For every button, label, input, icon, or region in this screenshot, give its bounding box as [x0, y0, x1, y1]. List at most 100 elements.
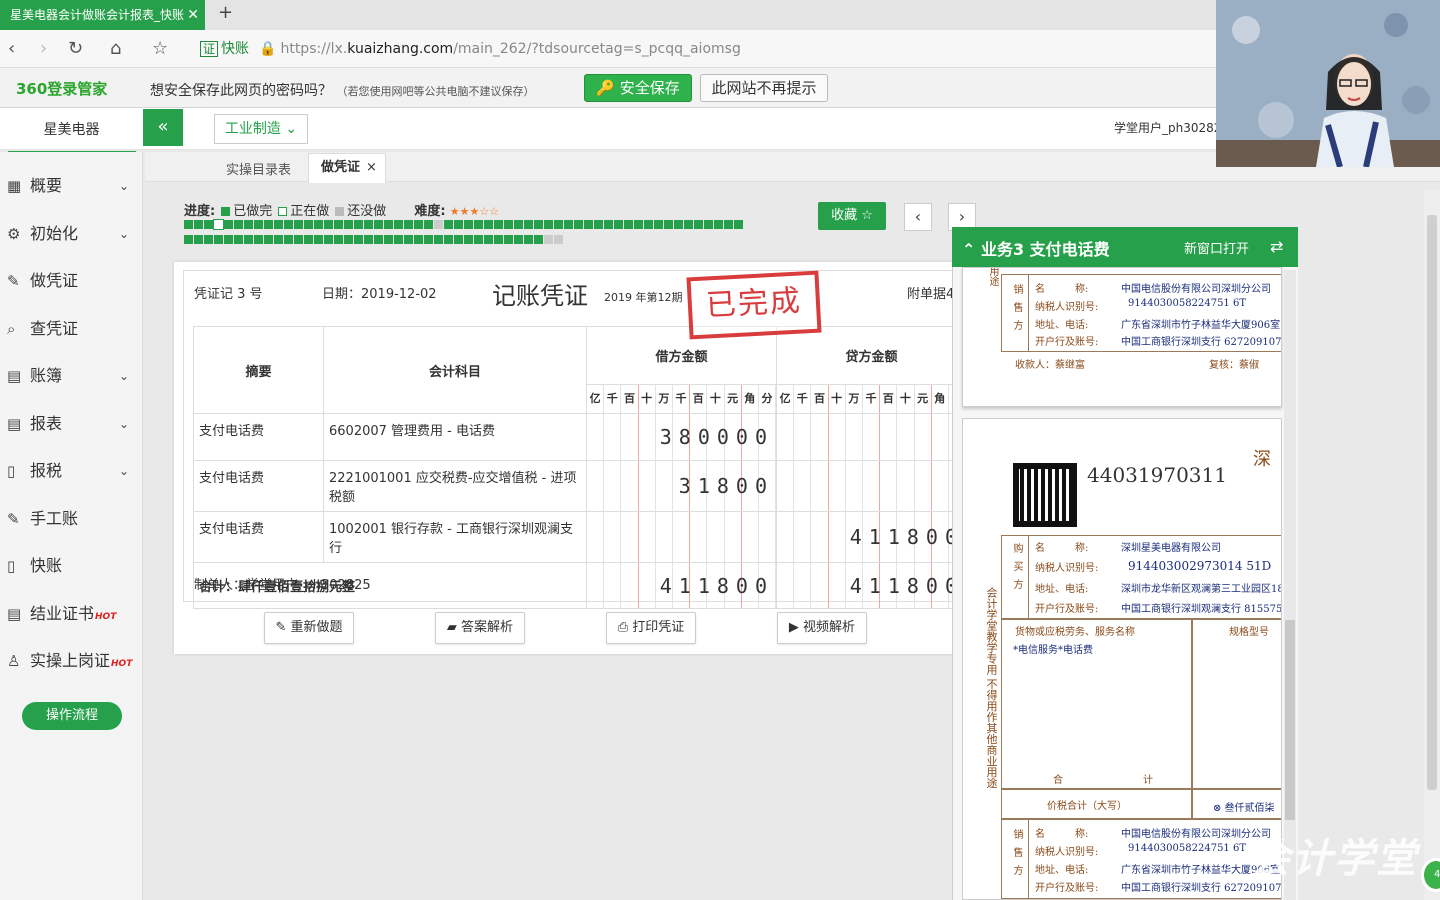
progress-cell[interactable] [214, 235, 223, 244]
progress-cell[interactable] [354, 220, 363, 229]
answer-analysis-button[interactable]: ▰ 答案解析 [435, 612, 525, 644]
progress-cell[interactable] [424, 220, 433, 229]
progress-cell[interactable] [724, 220, 733, 229]
progress-cell[interactable] [564, 220, 573, 229]
progress-cell[interactable] [534, 220, 543, 229]
progress-cell[interactable] [294, 220, 303, 229]
progress-cell[interactable] [213, 219, 224, 230]
progress-cell[interactable] [514, 220, 523, 229]
progress-cell[interactable] [554, 220, 563, 229]
progress-cell[interactable] [464, 220, 473, 229]
row-debit-cell[interactable] [586, 511, 777, 563]
progress-cell[interactable] [434, 235, 443, 244]
sidebar-item[interactable]: ▤ 结业证书HOT [0, 594, 143, 634]
progress-cell[interactable] [304, 220, 313, 229]
redo-button[interactable]: ✎ 重新做题 [264, 612, 354, 644]
progress-cell[interactable] [184, 235, 193, 244]
progress-cell[interactable] [454, 235, 463, 244]
chevron-down-icon[interactable]: ⌄ [119, 166, 129, 206]
progress-cell[interactable] [234, 235, 243, 244]
row-account[interactable]: 2221001001 应交税费-应交增值税 - 进项税额 [323, 460, 587, 512]
progress-cell[interactable] [714, 220, 723, 229]
progress-cell[interactable] [254, 235, 263, 244]
sidebar-item[interactable]: ▯ 报税 ⌄ [0, 451, 143, 491]
progress-cell[interactable] [454, 220, 463, 229]
new-tab-icon[interactable]: + [218, 2, 233, 23]
browser-tab[interactable]: 星美电器会计做账会计报表_快账 ✕ [0, 0, 205, 30]
user-name[interactable]: 学堂用户_ph302825 [1114, 119, 1229, 136]
progress-cell[interactable] [244, 235, 253, 244]
progress-cell[interactable] [204, 235, 213, 244]
close-icon[interactable]: × [366, 160, 377, 175]
progress-cell[interactable] [614, 220, 623, 229]
workflow-button[interactable]: 操作流程 [22, 702, 122, 730]
save-password-button[interactable]: 🔑 安全保存 [584, 74, 692, 102]
progress-cell[interactable] [484, 220, 493, 229]
url-field[interactable]: 证快账 🔒 https://lx.kuaizhang.com/main_262/?t… [200, 36, 741, 62]
progress-cell[interactable] [364, 220, 373, 229]
progress-cell[interactable] [274, 235, 283, 244]
progress-cell[interactable] [314, 220, 323, 229]
progress-cell[interactable] [604, 220, 613, 229]
row-debit-cell[interactable]: 380000 [586, 413, 777, 461]
voucher-row[interactable]: 支付电话费 2221001001 应交税费-应交增值税 - 进项税额 31800 [193, 460, 967, 512]
progress-cell[interactable] [194, 235, 203, 244]
progress-cell[interactable] [384, 220, 393, 229]
home-icon[interactable]: ⌂ [110, 38, 121, 59]
progress-cell[interactable] [184, 220, 193, 229]
progress-cell[interactable] [324, 235, 333, 244]
forward-icon[interactable]: › [40, 38, 47, 59]
progress-cell[interactable] [594, 220, 603, 229]
progress-cell[interactable] [254, 220, 263, 229]
row-summary[interactable]: 支付电话费 [193, 511, 324, 563]
progress-cell[interactable] [384, 235, 393, 244]
progress-cell[interactable] [684, 220, 693, 229]
progress-cell[interactable] [524, 235, 533, 244]
progress-cell[interactable] [394, 220, 403, 229]
page-scrollbar-thumb[interactable] [1427, 215, 1437, 790]
sidebar-item[interactable]: ✎ 做凭证 [0, 261, 143, 301]
progress-cell[interactable] [394, 235, 403, 244]
progress-cell[interactable] [284, 235, 293, 244]
row-summary[interactable]: 支付电话费 [193, 460, 324, 512]
progress-cell[interactable] [634, 220, 643, 229]
progress-cell[interactable] [334, 220, 343, 229]
sidebar-item[interactable]: ⌕ 查凭证 [0, 309, 143, 349]
progress-cell[interactable] [504, 235, 513, 244]
progress-cell[interactable] [264, 235, 273, 244]
print-voucher-button[interactable]: ⎙ 打印凭证 [606, 612, 696, 644]
progress-cell[interactable] [654, 220, 663, 229]
progress-cell[interactable] [224, 235, 233, 244]
back-icon[interactable]: ‹ [8, 38, 15, 59]
chevron-down-icon[interactable]: ⌄ [119, 214, 129, 254]
swap-icon[interactable]: ⇄ [1270, 237, 1283, 256]
progress-cell[interactable] [194, 220, 203, 229]
progress-cell[interactable] [234, 220, 243, 229]
progress-cell[interactable] [314, 235, 323, 244]
row-account[interactable]: 6602007 管理费用 - 电话费 [323, 413, 587, 461]
progress-cell[interactable] [444, 235, 453, 244]
progress-cell[interactable] [644, 220, 653, 229]
progress-cell[interactable] [224, 220, 233, 229]
sidebar-item[interactable]: ✎ 手工账 [0, 499, 143, 539]
progress-cell[interactable] [494, 235, 503, 244]
open-new-window-link[interactable]: 新窗口打开 [1184, 238, 1249, 257]
progress-cell[interactable] [544, 235, 553, 244]
voucher-row[interactable]: 支付电话费 6602007 管理费用 - 电话费 380000 [193, 413, 967, 461]
close-tab-icon[interactable]: ✕ [187, 0, 199, 30]
progress-cell[interactable] [554, 235, 563, 244]
progress-cell[interactable] [344, 220, 353, 229]
progress-cell[interactable] [204, 220, 213, 229]
panel-title[interactable]: ⌃ 业务3 支付电话费 [962, 236, 1110, 260]
progress-cell[interactable] [304, 235, 313, 244]
chevron-down-icon[interactable]: ⌄ [119, 356, 129, 396]
progress-cell[interactable] [704, 220, 713, 229]
sidebar-item[interactable]: ▯ 快账 [0, 546, 143, 586]
progress-cell[interactable] [464, 235, 473, 244]
never-prompt-button[interactable]: 此网站不再提示 [700, 74, 828, 102]
progress-cell[interactable] [354, 235, 363, 244]
chevron-down-icon[interactable]: ⌄ [119, 404, 129, 444]
chevron-down-icon[interactable]: ⌄ [119, 451, 129, 491]
panel-scrollbar-thumb[interactable] [1285, 620, 1295, 820]
row-credit-cell[interactable] [776, 460, 967, 512]
